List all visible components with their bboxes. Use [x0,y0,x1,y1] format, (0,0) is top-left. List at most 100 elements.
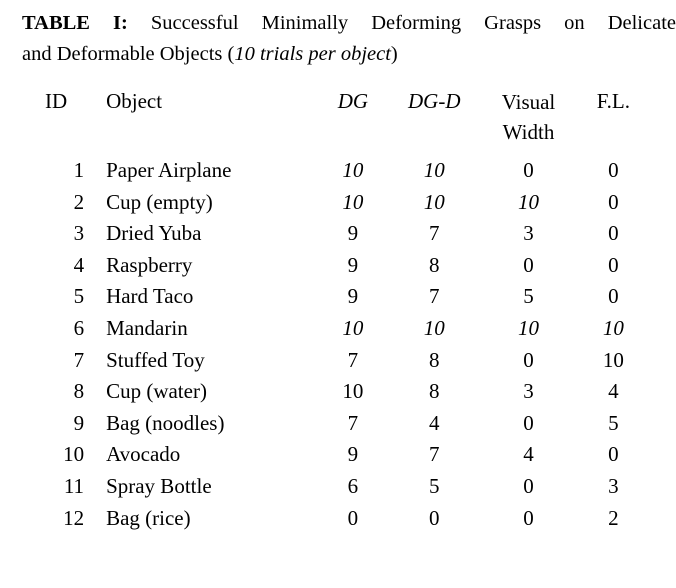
cell-id: 2 [73,189,85,214]
cell-id: 11 [63,473,85,498]
cell-visual-width: 10 [518,189,539,214]
cell-dg-d: 10 [423,158,445,182]
cell-dg: 7 [347,347,359,372]
table-page: TABLE I: Successful Minimally Deforming … [0,0,676,588]
header-id: ID [45,89,68,113]
header-dg-d-label: DG-D [408,89,461,113]
cell-id: 1 [73,158,85,182]
cell-dg: 7 [347,410,359,435]
cell-dg-d: 8 [429,379,440,404]
cell-fl: 10 [602,315,624,340]
cell-dg: 9 [347,252,359,277]
table-row: 5 Hard Taco 9 7 5 0 [38,281,648,313]
cell-object: Bag (rice) [106,505,191,530]
cell-dg-d: 5 [429,473,440,498]
cell-id: 6 [73,315,85,340]
cell-id: 12 [63,505,85,530]
cell-visual-width: 5 [523,284,534,309]
cell-fl: 0 [608,158,619,182]
cell-visual-width: 0 [523,473,534,498]
cell-object: Avocado [106,442,181,467]
cell-visual-width: 0 [523,410,534,435]
cell-dg-d: 0 [429,505,440,530]
bottom-rule-line [38,541,648,544]
table-row: 3 Dried Yuba 9 7 3 0 [38,218,648,250]
cell-dg-d: 7 [429,221,440,246]
cell-dg-d: 10 [423,315,445,340]
cell-fl: 5 [608,410,619,435]
cell-dg-d: 7 [429,284,440,309]
caption-trials-note: 10 trials per object [234,43,391,65]
cell-dg-d: 8 [429,347,440,372]
header-fl: F.L. [596,89,631,113]
cell-fl: 0 [608,221,619,246]
header-dg-label: DG [337,89,369,113]
header-dg: DG [316,87,391,147]
cell-visual-width: 3 [523,379,534,404]
caption-text-1: Successful Minimally Deforming Grasps on… [150,12,676,34]
table-row: 8 Cup (water) 10 8 3 4 [38,376,648,408]
cell-fl: 0 [608,284,619,309]
cell-id: 7 [73,347,85,372]
cell-dg: 10 [342,158,364,182]
cell-dg: 0 [347,505,359,530]
cell-object: Raspberry [106,252,193,277]
cell-fl: 4 [608,379,619,404]
cell-dg: 9 [347,442,359,467]
caption-label: TABLE I: [22,12,128,34]
cell-id: 8 [73,379,85,404]
cell-id: 3 [73,221,85,246]
table-row: 6 Mandarin 10 10 10 10 [38,313,648,345]
header-dg-d: DG-D [390,87,478,147]
caption-text-2-post: ) [390,43,398,65]
results-table: ID Object DG DG-D Visual Width F.L. 1 Pap… [38,84,648,544]
cell-dg: 10 [342,315,364,340]
caption-line-2: and Deformable Objects (10 trials per ob… [22,39,676,70]
cell-id: 10 [63,442,85,467]
cell-object: Dried Yuba [106,221,202,246]
cell-dg-d: 8 [429,252,440,277]
cell-object: Cup (empty) [106,189,213,214]
cell-visual-width: 10 [518,315,539,340]
cell-visual-width: 0 [523,252,534,277]
cell-visual-width: 4 [523,442,534,467]
cell-id: 5 [73,284,85,309]
header-visual-width-line1: Visual [501,90,556,114]
cell-fl: 2 [608,505,619,530]
cell-id: 4 [73,252,85,277]
cell-fl: 0 [608,442,619,467]
cell-object: Cup (water) [106,379,207,404]
cell-dg: 6 [347,473,359,498]
table-foot [38,541,648,544]
cell-visual-width: 3 [523,221,534,246]
table-row: 10 Avocado 9 7 4 0 [38,439,648,471]
cell-fl: 0 [608,189,619,214]
cell-object: Hard Taco [106,284,194,309]
cell-fl: 0 [608,252,619,277]
cell-dg: 9 [347,221,359,246]
caption-text-2-pre: and Deformable Objects ( [22,43,235,65]
cell-dg-d: 10 [423,189,445,214]
table-row: 1 Paper Airplane 10 10 0 0 [38,149,648,187]
cell-dg-d: 7 [429,442,440,467]
table-header-row: ID Object DG DG-D Visual Width F.L. [38,87,648,147]
table-row: 4 Raspberry 9 8 0 0 [38,250,648,282]
cell-visual-width: 0 [523,505,534,530]
header-object: Object [106,89,163,113]
cell-dg-d: 4 [429,410,440,435]
table-row: 2 Cup (empty) 10 10 10 0 [38,187,648,219]
cell-visual-width: 0 [523,347,534,372]
cell-id: 9 [73,410,85,435]
header-visual-width-line2: Width [502,120,555,144]
table-body: 1 Paper Airplane 10 10 0 0 2 Cup (empty) 10 10 10 0… [38,149,648,541]
table-row: 9 Bag (noodles) 7 4 0 5 [38,408,648,440]
results-table-container: ID Object DG DG-D Visual Width F.L. 1 Pap… [38,84,648,544]
cell-dg: 9 [347,284,359,309]
header-visual-width: Visual Width [478,87,578,147]
cell-dg: 10 [342,189,364,214]
table-row: 12 Bag (rice) 0 0 0 2 [38,503,648,542]
table-row: 11 Spray Bottle 6 5 0 3 [38,471,648,503]
table-bottom-rule [38,541,648,544]
cell-object: Stuffed Toy [106,347,205,372]
cell-object: Paper Airplane [106,158,232,182]
